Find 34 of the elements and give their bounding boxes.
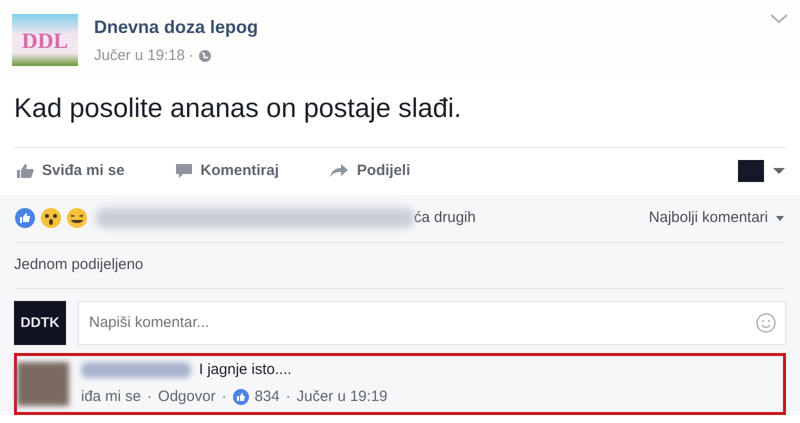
reactions-summary[interactable]: ća drugih	[414, 206, 476, 230]
comment-time[interactable]: Jučer u 19:19	[296, 386, 388, 408]
separator: ·	[188, 46, 194, 66]
comment-field[interactable]: Napiši komentar...	[78, 300, 786, 344]
post-text: Kad posolite ananas on postaje slađi.	[13, 92, 462, 125]
caret-icon	[776, 216, 784, 220]
thumbs-up-icon	[16, 163, 34, 179]
comment-button[interactable]: Komentiraj	[172, 156, 281, 186]
caret-icon[interactable]	[772, 167, 786, 175]
blurred-avatar	[17, 362, 69, 406]
chevron-down-icon[interactable]	[770, 14, 788, 24]
page-name[interactable]: Dnevna doza lepog	[94, 14, 258, 41]
share-button[interactable]: Podijeli	[326, 156, 412, 186]
separator: ·	[222, 386, 227, 406]
speech-bubble-icon	[174, 163, 193, 179]
like-count[interactable]: 834	[254, 386, 280, 408]
separator: ·	[147, 386, 152, 406]
like-reaction-icon	[14, 207, 36, 229]
globe-icon	[198, 49, 212, 64]
post-time[interactable]: Jučer u 19:18	[94, 45, 185, 68]
like-link[interactable]: iđa mi se	[81, 386, 142, 408]
user-avatar: DDTK	[14, 300, 66, 344]
like-button[interactable]: Sviđa mi se	[14, 156, 127, 186]
arrow-icon	[328, 163, 349, 179]
like-icon	[232, 388, 249, 405]
smiley-icon[interactable]	[756, 312, 776, 332]
reply-link[interactable]: Odgovor	[158, 386, 216, 408]
sort-dropdown[interactable]: Najbolji komentari	[646, 202, 786, 234]
separator: ·	[286, 386, 291, 406]
comment-text: I jagnje isto....	[199, 360, 292, 380]
wow-reaction-icon	[40, 207, 62, 229]
share-count[interactable]: Jednom podijeljeno	[14, 254, 144, 276]
laugh-reaction-icon	[66, 207, 88, 229]
page-logo: DDL	[12, 14, 78, 66]
